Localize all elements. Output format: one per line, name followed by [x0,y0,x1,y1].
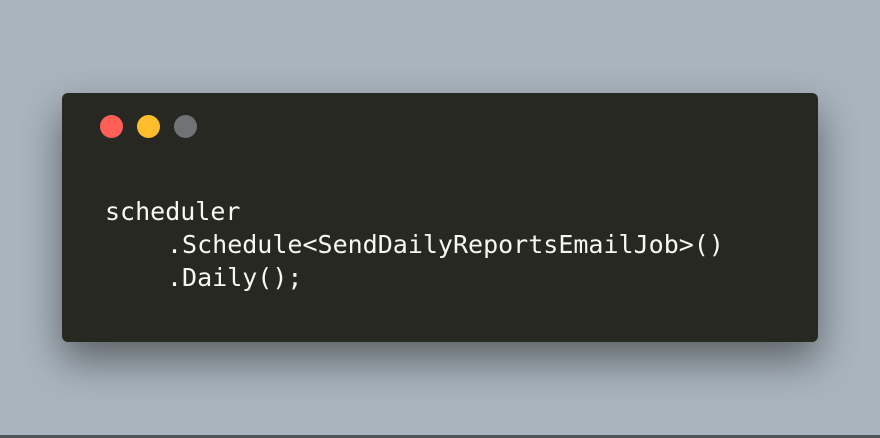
code-line-2: .Schedule<SendDailyReportsEmailJob>() [167,230,724,259]
code-window: scheduler .Schedule<SendDailyReportsEmail… [62,93,818,342]
window-controls [100,115,197,138]
zoom-dot-icon[interactable] [174,115,197,138]
close-dot-icon[interactable] [100,115,123,138]
minimize-dot-icon[interactable] [137,115,160,138]
code-line-1: scheduler [105,197,241,226]
code-line-3: .Daily(); [167,263,303,292]
code-block: scheduler .Schedule<SendDailyReportsEmail… [105,195,724,294]
